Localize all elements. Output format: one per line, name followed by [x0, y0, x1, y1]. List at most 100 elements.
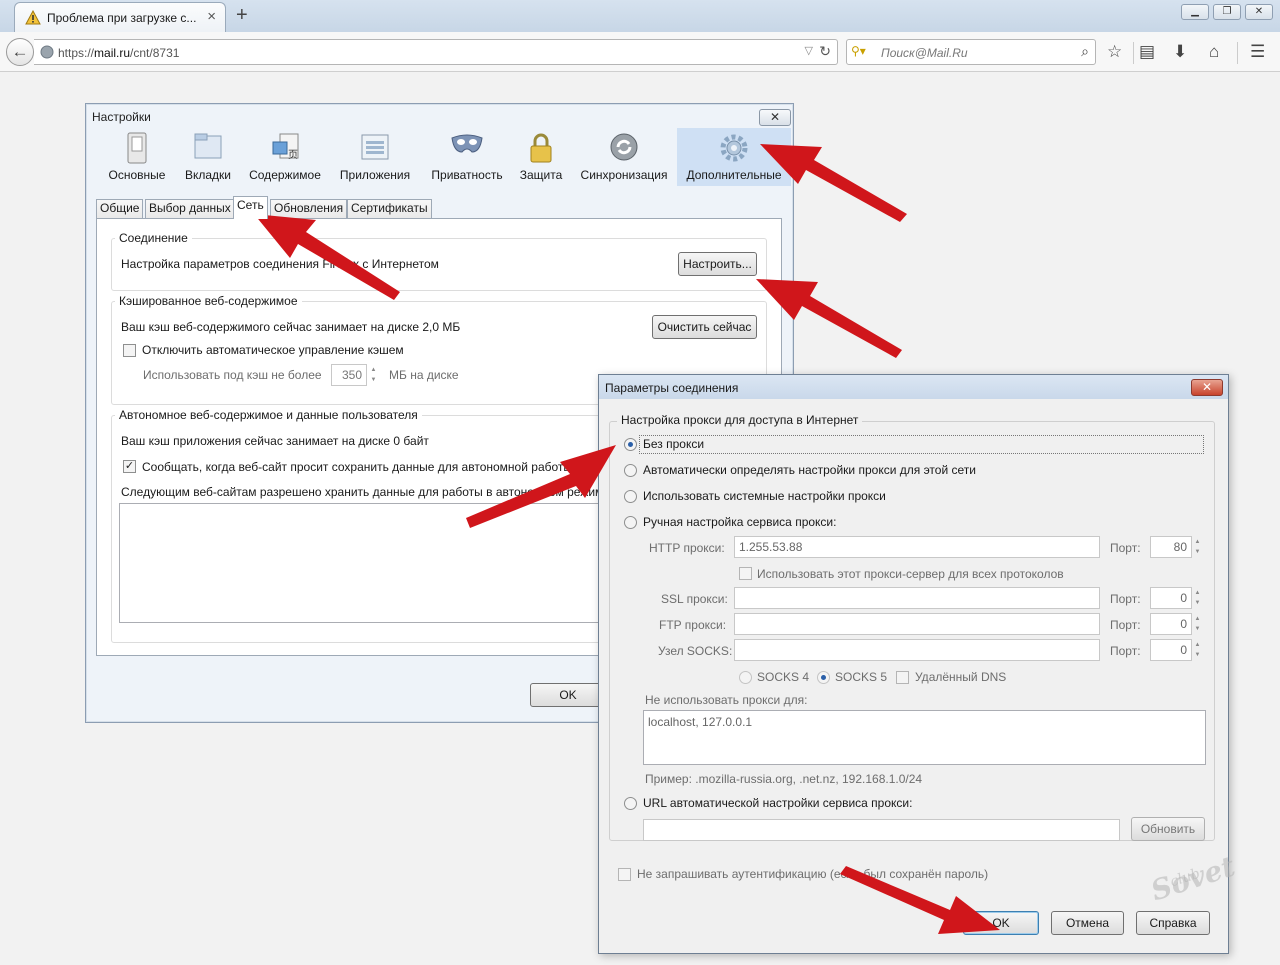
back-button[interactable]: ←: [6, 38, 34, 66]
socks-host-input[interactable]: [734, 639, 1100, 661]
no-proxy-for-textarea[interactable]: localhost, 127.0.0.1: [643, 710, 1206, 765]
subtab-updates[interactable]: Обновления: [270, 199, 348, 218]
http-proxy-label: HTTP прокси:: [649, 541, 725, 555]
offline-size-text: Ваш кэш приложения сейчас занимает на ди…: [121, 434, 429, 448]
tab-close-icon[interactable]: ×: [207, 8, 216, 25]
notify-offline-checkbox[interactable]: ✓: [123, 460, 136, 473]
nav-bar: ← https://mail.ru/cnt/8731 ▽ ↻ ⚲▾ Поиск@…: [0, 32, 1280, 72]
subtab-general[interactable]: Общие: [96, 199, 144, 218]
search-icon[interactable]: ⌕: [1081, 43, 1089, 60]
url-bar[interactable]: https://mail.ru/cnt/8731 ▽ ↻: [34, 39, 838, 65]
ssl-port-label: Порт:: [1110, 592, 1141, 606]
cache-legend: Кэшированное веб-содержимое: [115, 294, 302, 308]
url-text: https://mail.ru/cnt/8731: [58, 46, 180, 60]
content-icon: 页: [272, 133, 299, 161]
svg-text:页: 页: [288, 149, 298, 161]
tabs-icon: [194, 133, 222, 159]
bookmark-star-icon[interactable]: ☆: [1107, 42, 1122, 62]
dialog-close-icon[interactable]: ✕: [1191, 379, 1223, 396]
switch-icon: [127, 132, 147, 164]
share-proxy-checkbox[interactable]: [739, 567, 752, 580]
dialog-ok-button[interactable]: OK: [963, 911, 1039, 935]
http-port-label: Порт:: [1110, 541, 1141, 555]
tool-security[interactable]: Защита: [514, 128, 568, 186]
search-bar[interactable]: ⚲▾ Поиск@Mail.Ru ⌕: [846, 39, 1096, 65]
settings-close-button[interactable]: ✕: [759, 109, 791, 126]
configure-button[interactable]: Настроить...: [678, 252, 757, 276]
restore-button[interactable]: ❐: [1213, 4, 1241, 20]
ssl-port-input[interactable]: 0: [1150, 587, 1192, 609]
socks-port-spinner[interactable]: ▲ ▼: [1193, 640, 1202, 660]
tool-privacy[interactable]: Приватность: [426, 128, 508, 186]
subtab-certificates[interactable]: Сертификаты: [347, 199, 432, 218]
tab-title: Проблема при загрузке с...: [47, 11, 197, 25]
auto-detect-label: Автоматически определять настройки прокс…: [643, 463, 976, 477]
tool-general[interactable]: Основные: [102, 128, 172, 186]
remote-dns-checkbox[interactable]: [896, 671, 909, 684]
menu-icon[interactable]: ☰: [1250, 42, 1265, 62]
tool-tabs[interactable]: Вкладки: [178, 128, 238, 186]
socks4-radio[interactable]: [739, 671, 752, 684]
socks-port-input[interactable]: 0: [1150, 639, 1192, 661]
ftp-proxy-input[interactable]: [734, 613, 1100, 635]
http-port-input[interactable]: 80: [1150, 536, 1192, 558]
url-dropdown-icon[interactable]: ▽: [805, 44, 813, 57]
window-close-button[interactable]: ✕: [1245, 4, 1273, 20]
tool-label: Защита: [519, 168, 563, 182]
new-tab-icon[interactable]: +: [236, 4, 248, 27]
autoconfig-radio[interactable]: [624, 797, 637, 810]
gear-icon: [720, 134, 748, 162]
ftp-port-input[interactable]: 0: [1150, 613, 1192, 635]
subtab-network[interactable]: Сеть: [233, 196, 268, 219]
minimize-button[interactable]: ▁: [1181, 4, 1209, 20]
mask-icon: [451, 134, 483, 153]
dialog-cancel-button[interactable]: Отмена: [1051, 911, 1124, 935]
offline-allowed-label: Следующим веб-сайтам разрешено хранить д…: [121, 485, 614, 499]
autoconfig-label: URL автоматической настройки сервиса про…: [643, 796, 913, 810]
search-engine-icon[interactable]: ⚲▾: [851, 44, 866, 58]
no-auth-checkbox[interactable]: [618, 868, 631, 881]
no-proxy-for-label: Не использовать прокси для:: [645, 693, 808, 707]
browser-tab[interactable]: Проблема при загрузке с... ×: [14, 2, 226, 32]
ssl-port-spinner[interactable]: ▲ ▼: [1193, 588, 1202, 608]
autoconfig-url-input[interactable]: [643, 819, 1120, 841]
no-auth-label: Не запрашивать аутентификацию (если был …: [637, 867, 989, 881]
ssl-proxy-input[interactable]: [734, 587, 1100, 609]
proxy-legend: Настройка прокси для доступа в Интернет: [617, 413, 863, 427]
downloads-icon[interactable]: ⬇: [1173, 42, 1187, 62]
bookmarks-list-icon[interactable]: ▤: [1139, 42, 1155, 62]
subtab-data-choices[interactable]: Выбор данных: [145, 199, 235, 218]
globe-icon: [40, 45, 54, 59]
remote-dns-label: Удалённый DNS: [915, 670, 1007, 684]
no-proxy-label: Без прокси: [643, 437, 705, 451]
reload-icon[interactable]: ↻: [819, 43, 831, 60]
tool-content[interactable]: 页 Содержимое: [244, 128, 326, 186]
system-proxy-radio[interactable]: [624, 490, 637, 503]
search-placeholder: Поиск@Mail.Ru: [881, 46, 968, 60]
clear-cache-button[interactable]: Очистить сейчас: [652, 315, 757, 339]
sync-icon: [610, 133, 638, 161]
cache-limit-label: Использовать под кэш не более: [143, 368, 322, 382]
cache-limit-input[interactable]: 350: [331, 364, 367, 386]
override-cache-checkbox[interactable]: [123, 344, 136, 357]
no-proxy-radio[interactable]: [624, 438, 637, 451]
tool-label: Приватность: [431, 168, 503, 182]
settings-ok-button[interactable]: OK: [530, 683, 606, 707]
toolbar-separator: [1133, 42, 1134, 64]
cache-limit-spinner[interactable]: ▲ ▼: [369, 365, 378, 385]
tool-advanced[interactable]: Дополнительные: [677, 128, 791, 186]
reload-pac-button[interactable]: Обновить: [1131, 817, 1205, 841]
manual-proxy-radio[interactable]: [624, 516, 637, 529]
http-port-spinner[interactable]: ▲ ▼: [1193, 537, 1202, 557]
home-icon[interactable]: ⌂: [1209, 42, 1219, 62]
tool-sync[interactable]: Синхронизация: [578, 128, 670, 186]
tool-applications[interactable]: Приложения: [334, 128, 416, 186]
ftp-port-spinner[interactable]: ▲ ▼: [1193, 614, 1202, 634]
dialog-help-button[interactable]: Справка: [1136, 911, 1210, 935]
lock-icon: [530, 133, 552, 163]
http-proxy-input[interactable]: 1.255.53.88: [734, 536, 1100, 558]
tool-label: Приложения: [339, 168, 411, 182]
socks5-label: SOCKS 5: [835, 670, 888, 684]
auto-detect-radio[interactable]: [624, 464, 637, 477]
socks5-radio[interactable]: [817, 671, 830, 684]
